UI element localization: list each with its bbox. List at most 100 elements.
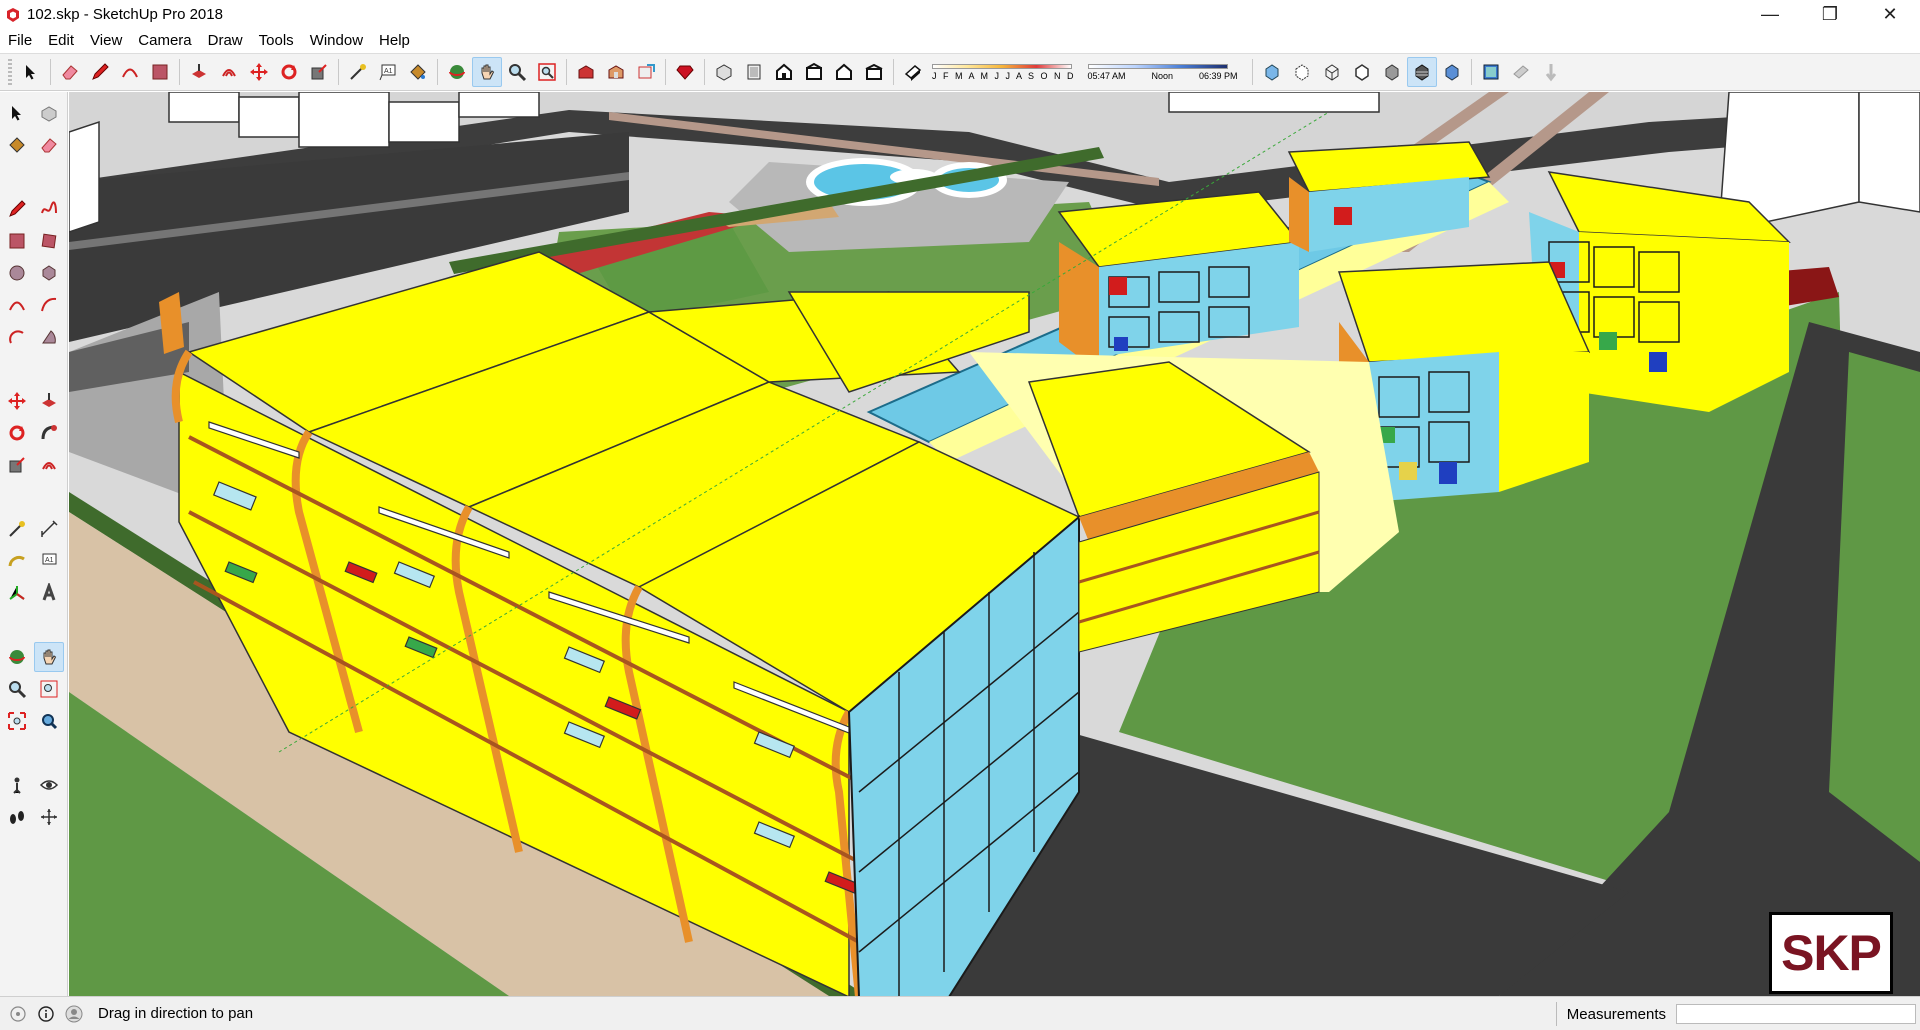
left-view-icon[interactable] — [859, 57, 889, 87]
section-plane-icon[interactable] — [34, 802, 64, 832]
wireframe-icon[interactable] — [1317, 57, 1347, 87]
line-icon[interactable] — [2, 194, 32, 224]
pan-icon[interactable] — [472, 57, 502, 87]
xray-icon[interactable] — [1257, 57, 1287, 87]
right-view-icon[interactable] — [799, 57, 829, 87]
toolbar-grip[interactable] — [8, 59, 12, 85]
select-icon[interactable] — [2, 98, 32, 128]
menu-window[interactable]: Window — [302, 29, 371, 53]
sketchup-logo-icon — [7, 7, 19, 22]
shaded-icon[interactable] — [1377, 57, 1407, 87]
two-point-arc-icon[interactable] — [34, 290, 64, 320]
circle-icon[interactable] — [2, 258, 32, 288]
walk-icon[interactable] — [2, 802, 32, 832]
shaded-textures-icon[interactable] — [1406, 57, 1437, 87]
previous-view-icon[interactable] — [34, 706, 64, 736]
status-hint: Drag in direction to pan — [98, 1005, 254, 1022]
eraser-icon[interactable] — [34, 130, 64, 160]
add-location-icon[interactable] — [1506, 57, 1536, 87]
menu-view[interactable]: View — [82, 29, 130, 53]
move-icon[interactable] — [2, 386, 32, 416]
svg-text:A1: A1 — [384, 68, 393, 75]
menu-tools[interactable]: Tools — [251, 29, 302, 53]
back-edges-icon[interactable] — [1287, 57, 1317, 87]
warehouse-icon[interactable] — [571, 57, 601, 87]
top-view-icon[interactable] — [739, 57, 769, 87]
tape-measure-icon[interactable] — [343, 57, 373, 87]
ruby-icon[interactable] — [670, 57, 700, 87]
model-viewport[interactable]: SKP — [69, 92, 1920, 996]
measurements-input[interactable] — [1676, 1004, 1916, 1024]
scale-icon[interactable] — [304, 57, 334, 87]
minimize-button[interactable]: — — [1740, 0, 1800, 29]
axes-icon[interactable] — [2, 578, 32, 608]
rotate-icon[interactable] — [274, 57, 304, 87]
skp-watermark-text: SKP — [1781, 925, 1882, 981]
rotated-rectangle-icon[interactable] — [34, 226, 64, 256]
photo-textures-icon[interactable] — [1476, 57, 1506, 87]
rectangle-icon[interactable] — [2, 226, 32, 256]
eraser-icon[interactable] — [55, 57, 85, 87]
select-icon[interactable] — [16, 57, 46, 87]
iso-view-icon[interactable] — [709, 57, 739, 87]
three-point-arc-icon[interactable] — [2, 322, 32, 352]
tape-measure-icon[interactable] — [2, 514, 32, 544]
move-icon[interactable] — [244, 57, 274, 87]
follow-me-icon[interactable] — [34, 418, 64, 448]
menu-camera[interactable]: Camera — [130, 29, 199, 53]
paint-bucket-icon[interactable] — [2, 130, 32, 160]
zoom-icon[interactable] — [502, 57, 532, 87]
freehand-icon[interactable] — [34, 194, 64, 224]
extension-warehouse-icon[interactable] — [601, 57, 631, 87]
text-icon[interactable]: A1 — [34, 546, 64, 576]
maximize-button[interactable]: ❐ — [1800, 0, 1860, 29]
orbit-icon[interactable] — [442, 57, 472, 87]
measurements-label: Measurements — [1566, 1005, 1666, 1023]
shadow-date-slider[interactable] — [932, 63, 1072, 69]
shadow-toggle-icon[interactable] — [898, 57, 928, 87]
zoom-extents-icon[interactable] — [2, 706, 32, 736]
toggle-terrain-icon[interactable] — [1536, 57, 1566, 87]
push-pull-icon[interactable] — [34, 386, 64, 416]
credits-info-icon[interactable] — [36, 1004, 56, 1024]
model-scene — [69, 92, 1920, 996]
close-button[interactable]: ✕ — [1860, 0, 1920, 29]
text-icon[interactable]: A1 — [373, 57, 403, 87]
svg-text:A1: A1 — [45, 557, 54, 564]
monochrome-icon[interactable] — [1437, 57, 1467, 87]
pie-icon[interactable] — [34, 322, 64, 352]
polygon-icon[interactable] — [34, 258, 64, 288]
push-pull-icon[interactable] — [184, 57, 214, 87]
back-view-icon[interactable] — [829, 57, 859, 87]
front-view-icon[interactable] — [769, 57, 799, 87]
dimension-icon[interactable] — [34, 514, 64, 544]
zoom-icon[interactable] — [2, 674, 32, 704]
zoom-window-icon[interactable] — [34, 674, 64, 704]
menu-edit[interactable]: Edit — [40, 29, 82, 53]
rotate-icon[interactable] — [2, 418, 32, 448]
look-around-icon[interactable] — [34, 770, 64, 800]
arc-icon[interactable] — [2, 290, 32, 320]
layout-icon[interactable] — [631, 57, 661, 87]
rectangle-icon[interactable] — [145, 57, 175, 87]
make-component-icon[interactable] — [34, 98, 64, 128]
paint-bucket-icon[interactable] — [403, 57, 433, 87]
shadow-time-slider[interactable] — [1087, 63, 1228, 69]
protractor-icon[interactable] — [2, 546, 32, 576]
menu-file[interactable]: File — [0, 29, 40, 53]
position-camera-icon[interactable] — [2, 770, 32, 800]
zoom-extents-icon[interactable] — [532, 57, 562, 87]
geo-location-icon[interactable] — [8, 1004, 28, 1024]
menu-draw[interactable]: Draw — [200, 29, 251, 53]
hidden-line-icon[interactable] — [1347, 57, 1377, 87]
menu-help[interactable]: Help — [371, 29, 418, 53]
offset-icon[interactable] — [34, 450, 64, 480]
orbit-icon[interactable] — [2, 642, 32, 672]
pan-icon[interactable] — [34, 642, 64, 672]
3d-text-icon[interactable] — [34, 578, 64, 608]
offset-icon[interactable] — [214, 57, 244, 87]
pencil-icon[interactable] — [85, 57, 115, 87]
user-account-icon[interactable] — [64, 1004, 84, 1024]
arc-icon[interactable] — [115, 57, 145, 87]
scale-icon[interactable] — [2, 450, 32, 480]
